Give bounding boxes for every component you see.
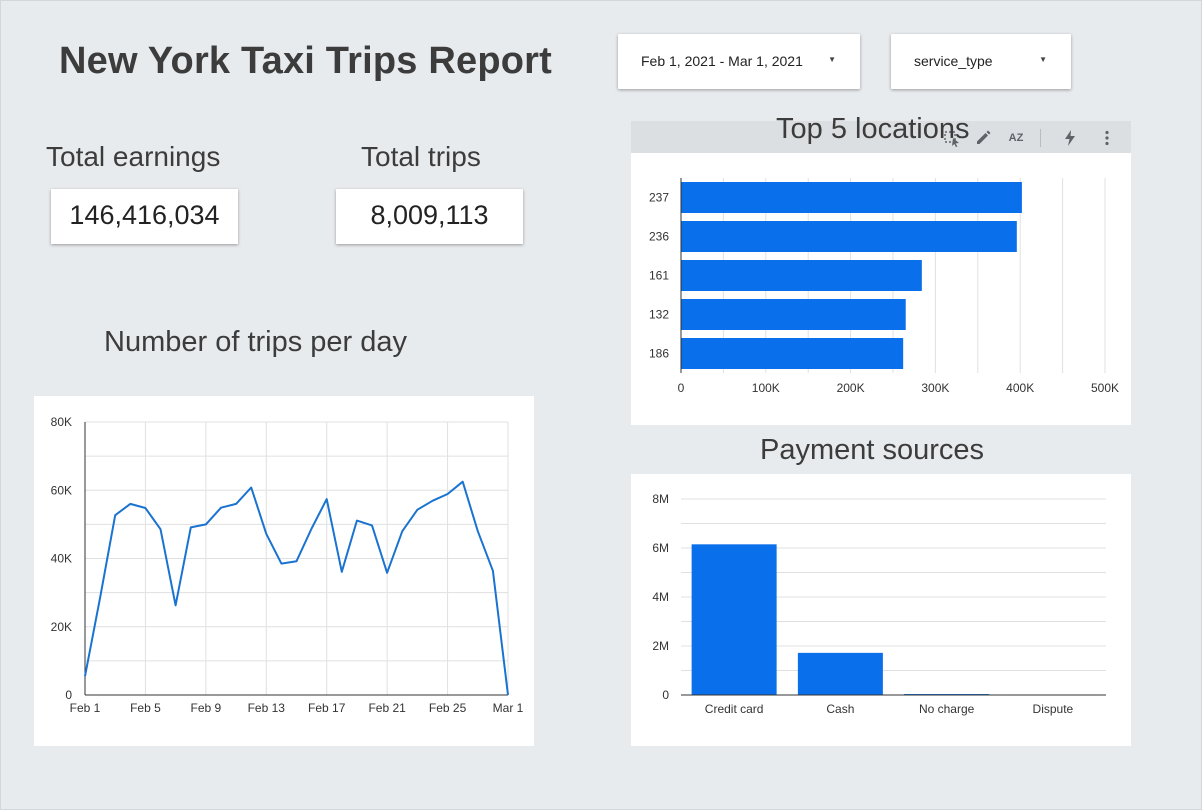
kpi-trips-label: Total trips (361, 141, 481, 172)
date-range-value: Feb 1, 2021 - Mar 1, 2021 (641, 53, 803, 69)
trips-chart-title: Number of trips per day (104, 326, 408, 358)
x-tick-label: Feb 9 (191, 701, 222, 715)
hbar-chart-svg: 0 100K 200K 300K 400K 500K 237 236 161 132 186 (649, 178, 1119, 395)
x-tick-label: Feb 1 (70, 701, 101, 715)
line-chart-svg: Feb 1 Feb 5 Feb 9 Feb 13 Feb 17 Feb 21 Feb 25 M… (51, 415, 524, 715)
x-tick-label: Feb 5 (130, 701, 161, 715)
vbar-chart-svg: 0 2M 4M 6M 8M Credit card Cash No charge Dispute (652, 492, 1106, 716)
category-label: 236 (649, 230, 669, 244)
category-label: 186 (649, 347, 669, 361)
kpi-trips-value: 8,009,113 (336, 189, 523, 244)
service-type-filter[interactable]: service_type ▼ (891, 34, 1071, 89)
location-bar (681, 338, 904, 369)
location-bar (681, 299, 906, 330)
x-tick-label: 300K (921, 381, 949, 395)
category-label: 132 (649, 308, 669, 322)
category-label: 161 (649, 269, 669, 283)
y-tick-label: 60K (51, 483, 72, 497)
location-bar (681, 260, 922, 291)
x-tick-label: Feb 13 (248, 701, 286, 715)
x-tick-label: Feb 17 (308, 701, 346, 715)
locations-chart-title: Top 5 locations (776, 113, 970, 145)
y-tick-label: 40K (51, 552, 72, 566)
category-label: 237 (649, 191, 669, 205)
x-tick-label: 0 (678, 381, 685, 395)
more-vert-icon[interactable] (1098, 129, 1116, 147)
category-label: Credit card (705, 702, 764, 716)
filter-label: service_type (914, 53, 993, 69)
y-tick-label: 8M (652, 492, 669, 506)
payment-sources-chart: 0 2M 4M 6M 8M Credit card Cash No charge Dispute (631, 474, 1131, 746)
chevron-down-icon: ▼ (1039, 55, 1047, 64)
x-tick-label: 500K (1091, 381, 1119, 395)
y-tick-label: 6M (652, 541, 669, 555)
sort-az-icon[interactable]: AZ (1007, 129, 1025, 147)
x-tick-label: Feb 21 (368, 701, 406, 715)
payment-chart-title: Payment sources (760, 434, 985, 466)
payment-bar (691, 544, 777, 695)
x-tick-label: 100K (752, 381, 780, 395)
y-tick-label: 2M (652, 639, 669, 653)
x-tick-label: 200K (837, 381, 865, 395)
top-locations-chart: 0 100K 200K 300K 400K 500K 237 236 161 132 186 (631, 153, 1131, 425)
x-tick-label: 400K (1006, 381, 1034, 395)
chevron-down-icon: ▼ (828, 55, 836, 64)
trips-series-line (84, 480, 509, 696)
payment-bar (797, 652, 883, 695)
kpi-earnings-label: Total earnings (46, 141, 221, 172)
category-label: Cash (826, 702, 854, 716)
report-title: New York Taxi Trips Report (59, 40, 553, 82)
trips-per-day-chart: Feb 1 Feb 5 Feb 9 Feb 13 Feb 17 Feb 21 Feb 25 M… (34, 396, 534, 746)
y-tick-label: 0 (662, 688, 669, 702)
y-tick-label: 80K (51, 415, 72, 429)
bolt-icon[interactable] (1061, 129, 1079, 147)
y-tick-label: 0 (65, 688, 72, 702)
x-tick-label: Feb 25 (429, 701, 467, 715)
kpi-earnings-value: 146,416,034 (51, 189, 238, 244)
x-tick-label: Mar 1 (493, 701, 524, 715)
y-tick-label: 20K (51, 620, 72, 634)
edit-icon[interactable] (974, 129, 992, 147)
category-label: Dispute (1033, 702, 1074, 716)
toolbar-divider (1040, 129, 1041, 147)
location-bar (681, 221, 1017, 252)
date-range-control[interactable]: Feb 1, 2021 - Mar 1, 2021 ▼ (618, 34, 860, 89)
location-bar (681, 182, 1022, 213)
category-label: No charge (919, 702, 975, 716)
y-tick-label: 4M (652, 590, 669, 604)
